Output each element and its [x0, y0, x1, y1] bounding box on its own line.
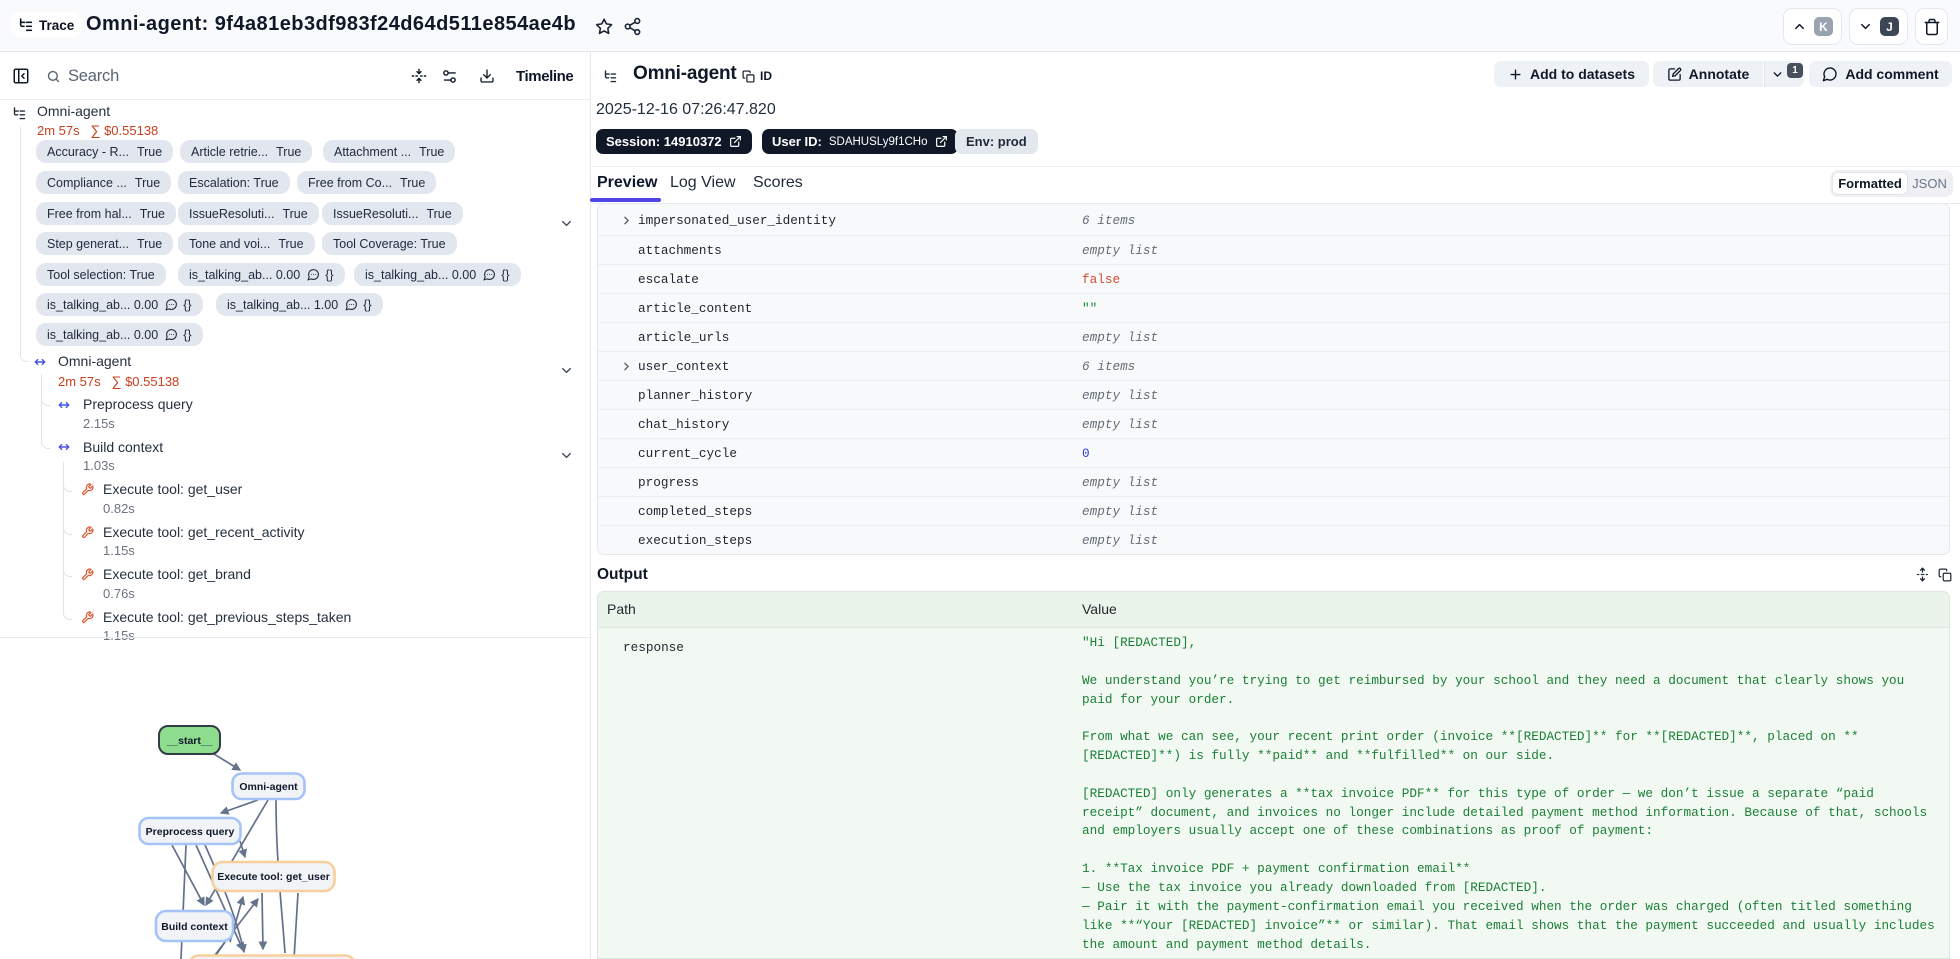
svg-text:Build context: Build context: [161, 921, 228, 933]
svg-text:__start__: __start__: [165, 735, 212, 747]
svg-text:Execute tool: get_user: Execute tool: get_user: [217, 871, 330, 883]
svg-text:Omni-agent: Omni-agent: [239, 781, 298, 793]
svg-text:Preprocess query: Preprocess query: [146, 826, 235, 838]
